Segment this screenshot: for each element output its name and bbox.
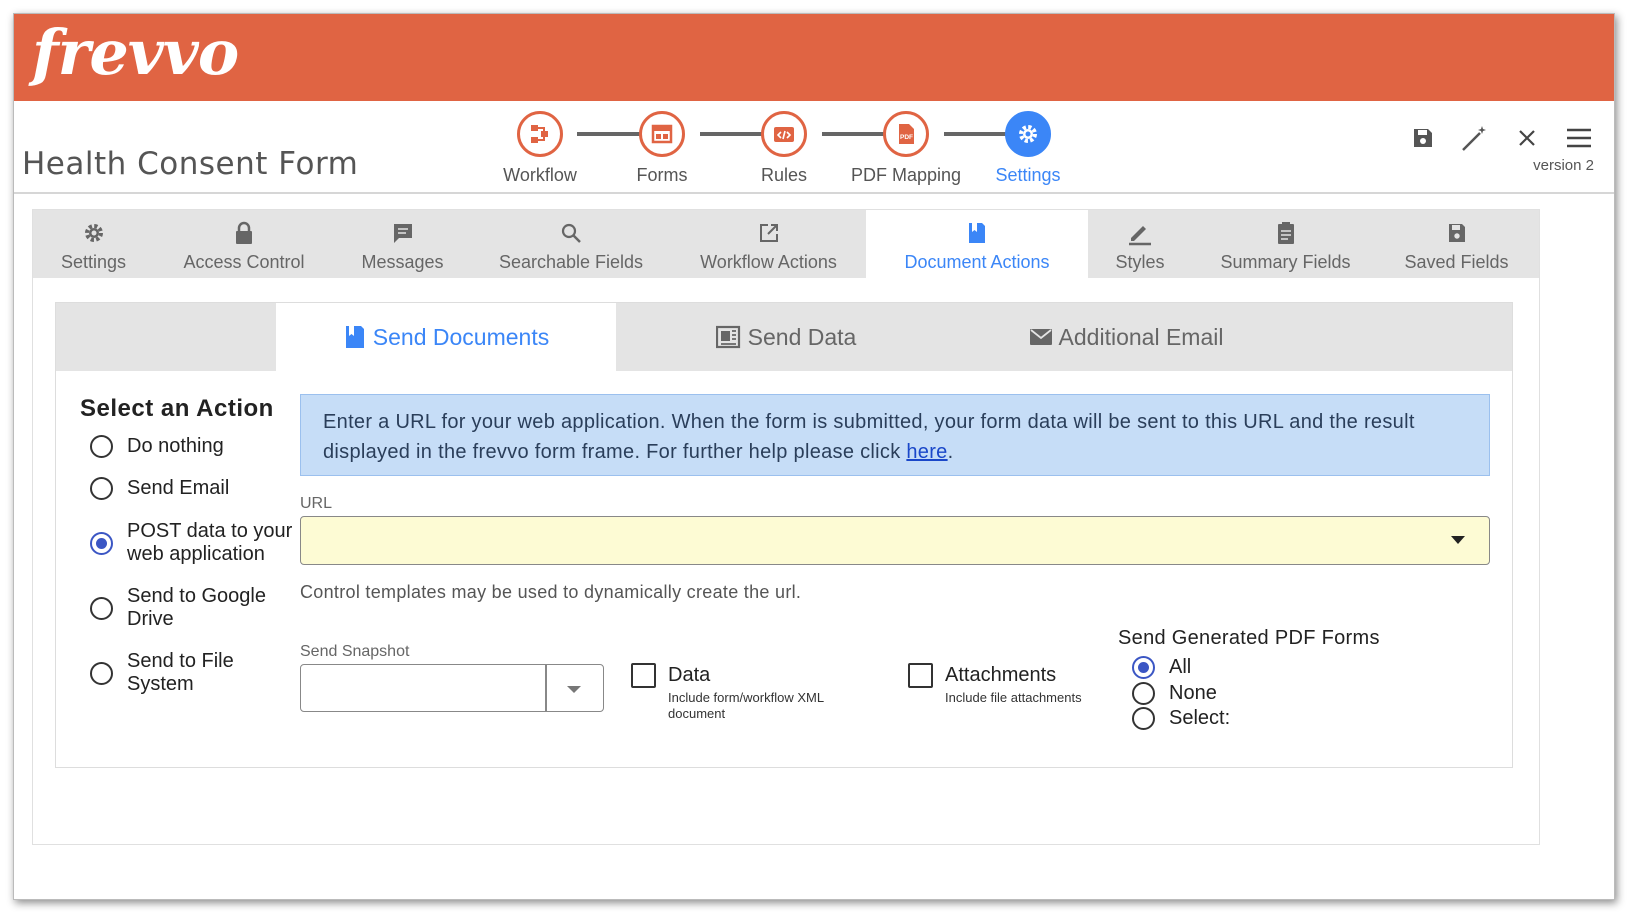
workflow-icon xyxy=(517,111,563,157)
radio-button[interactable] xyxy=(90,477,113,500)
checkbox-description: Include form/workflow XML document xyxy=(668,690,824,721)
action-option-post-data[interactable]: POST data to your web application xyxy=(90,520,297,566)
magic-wand-icon[interactable] xyxy=(1460,123,1490,153)
tab-document-actions[interactable]: Document Actions xyxy=(866,210,1088,278)
app-window: frevvo Health Consent Form Workflow Form… xyxy=(13,13,1615,900)
step-label: Workflow xyxy=(503,165,577,185)
step-workflow[interactable]: Workflow xyxy=(475,111,605,186)
pdf-option-select[interactable]: Select: xyxy=(1132,707,1230,730)
divider xyxy=(545,665,547,711)
document-icon xyxy=(966,220,988,246)
attachments-checkbox-group[interactable]: Attachments Include file attachments xyxy=(908,663,1125,706)
settings-tabs: Settings Access Control Messages Searcha… xyxy=(33,210,1539,278)
radio-button[interactable] xyxy=(90,532,113,555)
tab-workflow-actions[interactable]: Workflow Actions xyxy=(671,210,866,278)
toolbar xyxy=(1408,123,1594,153)
document-actions-panel: Send Documents Send Data Additional Emai… xyxy=(55,302,1513,768)
step-label: Forms xyxy=(636,165,688,185)
step-label: PDF Mapping xyxy=(850,165,962,185)
frevvo-logo: frevvo xyxy=(32,16,239,89)
tab-settings[interactable]: Settings xyxy=(33,210,154,278)
svg-text:PDF: PDF xyxy=(900,134,913,141)
tab-additional-email[interactable]: Additional Email xyxy=(956,303,1296,371)
action-option-send-email[interactable]: Send Email xyxy=(90,477,229,500)
action-option-file-system[interactable]: Send to File System xyxy=(90,650,247,696)
action-option-do-nothing[interactable]: Do nothing xyxy=(90,435,224,458)
lock-icon xyxy=(234,220,254,246)
clipboard-icon xyxy=(1276,220,1296,246)
close-icon[interactable] xyxy=(1512,123,1542,153)
tab-saved-fields[interactable]: Saved Fields xyxy=(1379,210,1534,278)
radio-button[interactable] xyxy=(1132,707,1155,730)
gear-icon xyxy=(83,220,105,246)
action-option-google-drive[interactable]: Send to Google Drive xyxy=(90,585,277,631)
step-settings[interactable]: Settings xyxy=(963,111,1093,186)
version-label: version 2 xyxy=(1533,157,1594,174)
designer-header: Health Consent Form Workflow Forms Rules xyxy=(14,101,1614,194)
tab-summary-fields[interactable]: Summary Fields xyxy=(1192,210,1379,278)
data-checkbox[interactable] xyxy=(631,663,656,688)
form-title: Health Consent Form xyxy=(22,146,359,182)
help-link[interactable]: here xyxy=(906,441,947,463)
tab-label: Additional Email xyxy=(1058,323,1224,350)
step-rules[interactable]: Rules xyxy=(719,111,849,186)
search-icon xyxy=(560,220,582,246)
tab-messages[interactable]: Messages xyxy=(334,210,471,278)
message-icon xyxy=(392,220,414,246)
tab-label: Send Documents xyxy=(372,323,550,350)
radio-button[interactable] xyxy=(1132,656,1155,679)
pdf-icon: PDF xyxy=(883,111,929,157)
book-icon xyxy=(345,326,364,348)
tab-access-control[interactable]: Access Control xyxy=(154,210,334,278)
caret-down-icon[interactable] xyxy=(1451,536,1465,544)
hamburger-menu-icon[interactable] xyxy=(1564,123,1594,153)
radio-button[interactable] xyxy=(90,597,113,620)
info-message: Enter a URL for your web application. Wh… xyxy=(300,394,1490,476)
step-forms[interactable]: Forms xyxy=(597,111,727,186)
save-icon[interactable] xyxy=(1408,123,1438,153)
data-icon xyxy=(715,325,740,349)
save-icon xyxy=(1447,220,1467,246)
document-action-tabs: Send Documents Send Data Additional Emai… xyxy=(56,303,1512,371)
brand-bar: frevvo xyxy=(14,14,1614,101)
step-label: Rules xyxy=(760,165,808,185)
checkbox-label: Attachments xyxy=(945,664,1057,686)
forms-icon xyxy=(639,111,685,157)
tab-send-data[interactable]: Send Data xyxy=(616,303,956,371)
tab-send-documents[interactable]: Send Documents xyxy=(276,303,616,371)
info-text: Enter a URL for your web application. Wh… xyxy=(323,411,1415,463)
url-label: URL xyxy=(300,495,333,512)
pdf-option-none[interactable]: None xyxy=(1132,682,1217,705)
url-combobox[interactable] xyxy=(300,516,1490,565)
send-snapshot-label: Send Snapshot xyxy=(300,643,410,660)
tab-label: Send Data xyxy=(747,323,857,350)
external-link-icon xyxy=(758,220,780,246)
checkbox-label: Data xyxy=(668,664,711,686)
pdf-option-all[interactable]: All xyxy=(1132,656,1191,679)
data-checkbox-group[interactable]: Data Include form/workflow XML document xyxy=(631,663,848,722)
tab-searchable-fields[interactable]: Searchable Fields xyxy=(471,210,671,278)
step-pdf-mapping[interactable]: PDF PDF Mapping xyxy=(841,111,971,186)
radio-button[interactable] xyxy=(90,662,113,685)
checkbox-description: Include file attachments xyxy=(945,690,1082,705)
tab-styles[interactable]: Styles xyxy=(1088,210,1192,278)
send-snapshot-select[interactable] xyxy=(300,664,604,712)
radio-button[interactable] xyxy=(90,435,113,458)
envelope-icon xyxy=(1029,329,1052,345)
rules-code-icon xyxy=(761,111,807,157)
radio-button[interactable] xyxy=(1132,682,1155,705)
pdf-forms-title: Send Generated PDF Forms xyxy=(1118,627,1380,649)
caret-down-icon[interactable] xyxy=(567,686,581,693)
url-helper-text: Control templates may be used to dynamic… xyxy=(300,582,802,602)
attachments-checkbox[interactable] xyxy=(908,663,933,688)
select-action-title: Select an Action xyxy=(80,395,274,422)
pencil-icon xyxy=(1127,220,1153,246)
gear-icon xyxy=(1005,111,1051,157)
settings-panel: Settings Access Control Messages Searcha… xyxy=(32,209,1540,845)
step-label: Settings xyxy=(995,165,1061,185)
